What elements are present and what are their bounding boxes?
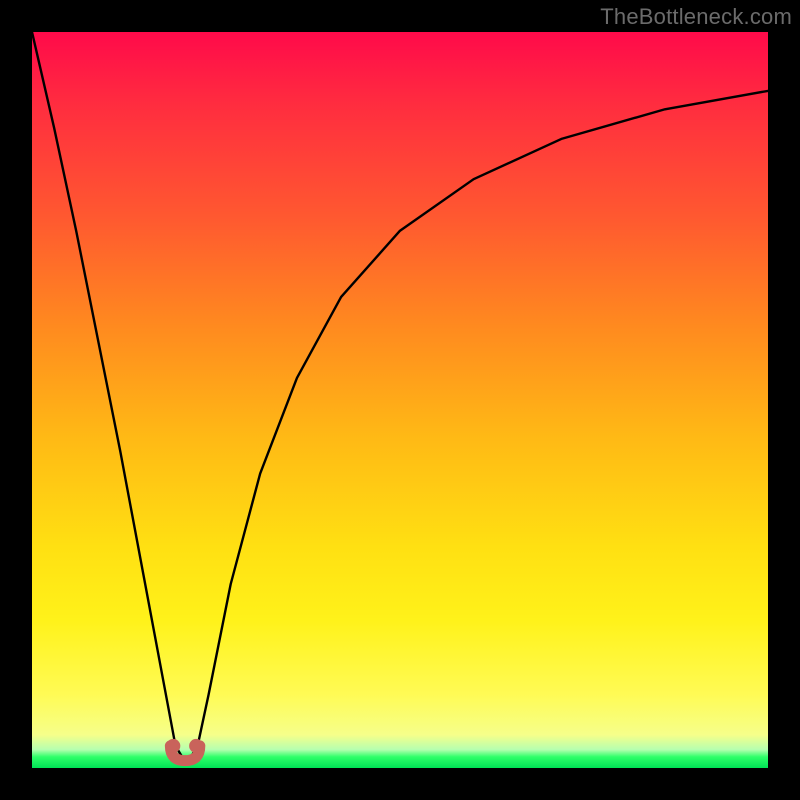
watermark-label: TheBottleneck.com: [600, 4, 792, 30]
curve-layer: [32, 32, 768, 768]
chart-frame: TheBottleneck.com: [0, 0, 800, 800]
plot-area: [32, 32, 768, 768]
min-marker-right: [189, 739, 203, 753]
bottleneck-curve: [32, 32, 768, 764]
min-marker-left: [166, 739, 180, 753]
